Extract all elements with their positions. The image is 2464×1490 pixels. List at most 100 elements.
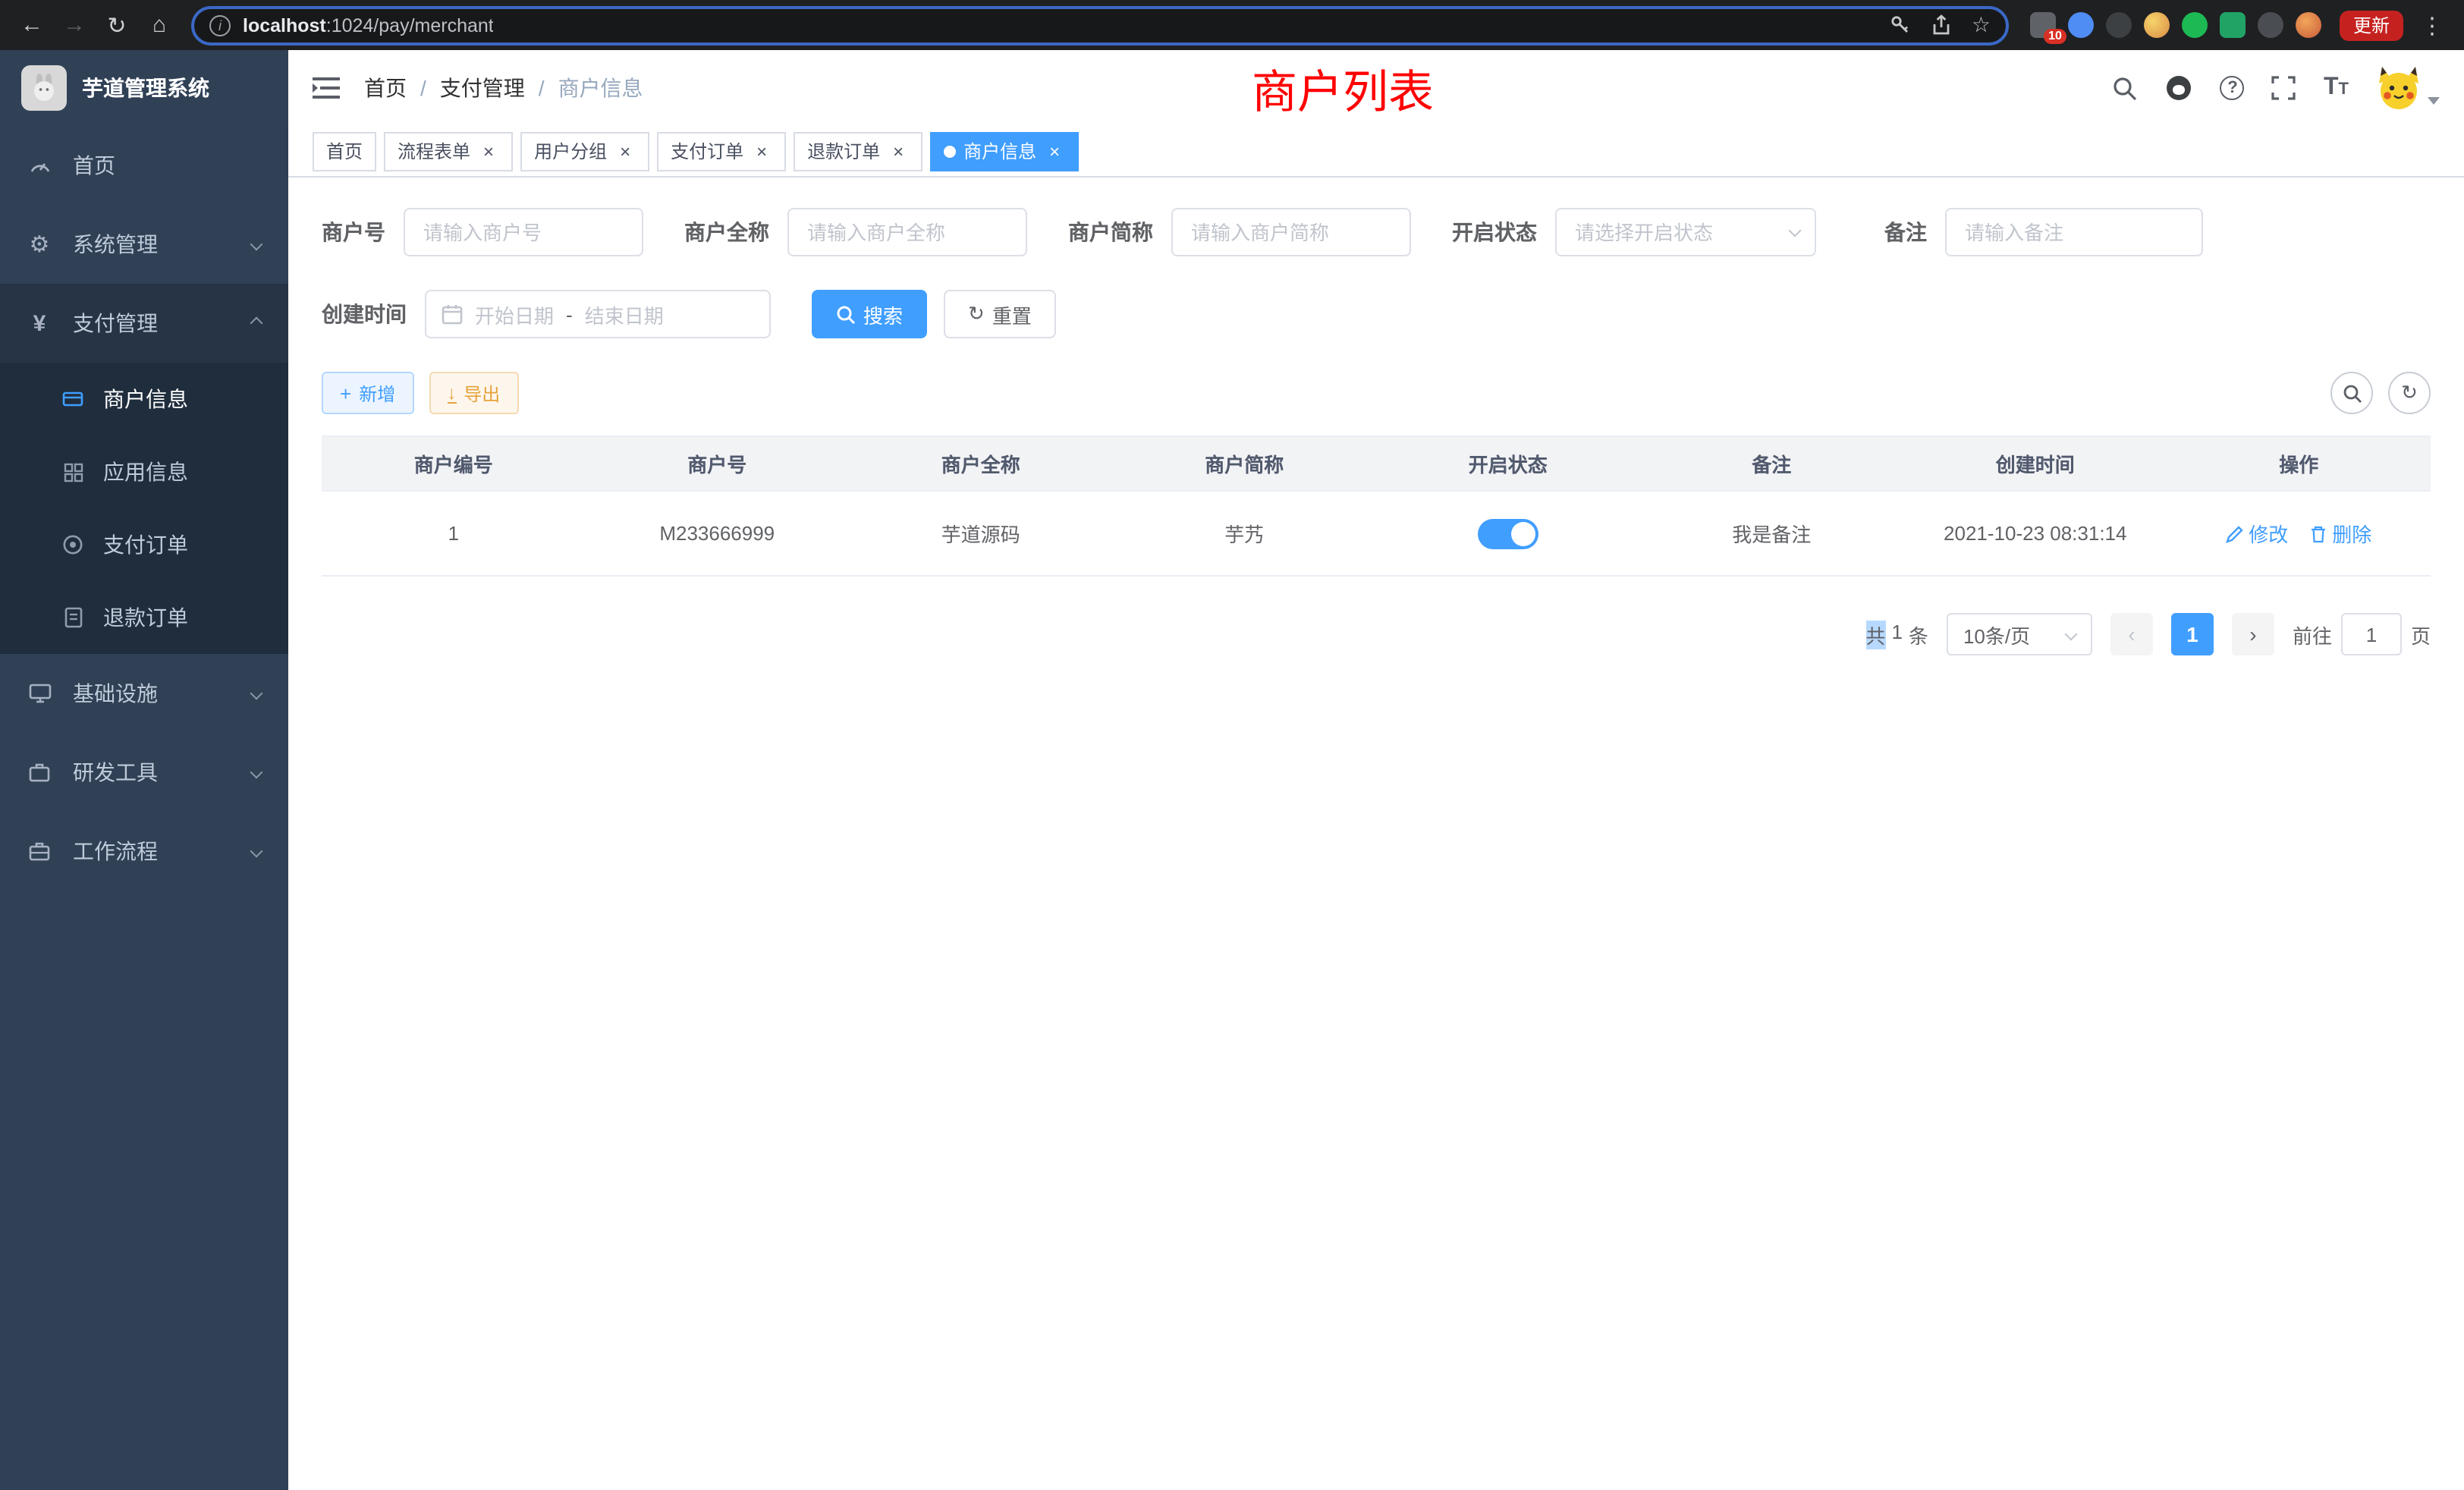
active-dot [944, 145, 956, 157]
breadcrumb-payment[interactable]: 支付管理 [440, 73, 525, 103]
search-button[interactable]: 搜索 [812, 290, 927, 338]
status-select[interactable] [1555, 208, 1816, 256]
refresh-icon: ↻ [968, 302, 985, 326]
sidebar-item-label: 应用信息 [103, 457, 188, 487]
page-1-button[interactable]: 1 [2171, 613, 2214, 655]
close-icon[interactable]: × [1044, 140, 1065, 162]
delete-link[interactable]: 删除 [2309, 519, 2371, 548]
extension-green-square-icon[interactable] [2220, 12, 2246, 38]
browser-menu-icon[interactable]: ⋮ [2412, 5, 2452, 45]
user-avatar-menu[interactable] [2376, 65, 2440, 111]
close-icon[interactable]: × [751, 140, 772, 162]
reload-icon[interactable]: ↻ [97, 5, 137, 45]
tag-user-group[interactable]: 用户分组× [520, 131, 649, 171]
address-bar[interactable]: i localhost:1024/pay/merchant ☆ [191, 5, 2009, 45]
home-icon[interactable]: ⌂ [140, 5, 179, 45]
download-icon: ↓ [447, 383, 456, 403]
col-full-name: 商户全称 [849, 436, 1113, 491]
page-content: 商户号 商户全称 商户简称 开启状态 [288, 178, 2464, 1490]
extension-grid-icon[interactable]: 10 [2030, 12, 2056, 38]
show-search-toggle-icon[interactable] [2330, 372, 2373, 414]
fullscreen-icon[interactable] [2272, 76, 2296, 100]
tag-process-form[interactable]: 流程表单× [384, 131, 513, 171]
merchant-no-input[interactable] [404, 208, 643, 256]
sidebar-item-workflow[interactable]: 工作流程 [0, 812, 288, 891]
sidebar-item-system[interactable]: ⚙ 系统管理 [0, 205, 288, 284]
chevron-down-icon [250, 766, 263, 779]
page-size-select[interactable]: 10条/页 [1947, 613, 2092, 655]
end-date-placeholder[interactable]: 结束日期 [585, 300, 664, 328]
bookmark-star-icon[interactable]: ☆ [1972, 12, 1991, 38]
status-toggle[interactable] [1478, 518, 1538, 549]
merchant-short-name-input[interactable] [1171, 208, 1411, 256]
extension-dark-icon[interactable] [2106, 12, 2132, 38]
sidebar-item-app-info[interactable]: 应用信息 [0, 435, 288, 508]
app-title: 芋道管理系统 [82, 73, 209, 103]
merchant-full-name-input[interactable] [787, 208, 1027, 256]
tag-home[interactable]: 首页 [313, 131, 376, 171]
sidebar-item-infra[interactable]: 基础设施 [0, 654, 288, 733]
profile-avatar-icon[interactable] [2296, 12, 2321, 38]
sidebar-item-payment[interactable]: ¥ 支付管理 [0, 284, 288, 363]
url-text: localhost:1024/pay/merchant [243, 14, 494, 36]
share-icon[interactable] [1931, 14, 1953, 36]
font-size-icon[interactable]: TT [2324, 76, 2349, 100]
app-logo-row[interactable]: 芋道管理系统 [0, 50, 288, 126]
close-icon[interactable]: × [888, 140, 909, 162]
cell-merchant-id: 1 [322, 491, 586, 576]
chevron-up-icon [250, 317, 263, 330]
edit-link[interactable]: 修改 [2226, 519, 2288, 548]
reset-button[interactable]: ↻ 重置 [944, 290, 1056, 338]
prev-page-button[interactable]: ‹ [2110, 613, 2153, 655]
cell-create-time: 2021-10-23 08:31:14 [1903, 491, 2167, 576]
sidebar-item-devtools[interactable]: 研发工具 [0, 733, 288, 812]
goto-unit: 页 [2411, 620, 2431, 649]
extension-green-circle-icon[interactable] [2182, 12, 2208, 38]
monitor-icon [27, 681, 52, 706]
sidebar-item-merchant-info[interactable]: 商户信息 [0, 363, 288, 435]
navbar: 首页 / 支付管理 / 商户信息 商户列表 ? [288, 50, 2464, 126]
close-icon[interactable]: × [614, 140, 636, 162]
extension-badge: 10 [2044, 29, 2066, 44]
forward-icon[interactable]: → [55, 5, 94, 45]
help-icon[interactable]: ? [2220, 76, 2245, 100]
search-icon[interactable] [2113, 75, 2139, 101]
goto-page-input[interactable] [2341, 613, 2402, 655]
back-icon[interactable]: ← [12, 5, 52, 45]
site-info-icon[interactable]: i [209, 14, 231, 36]
col-merchant-id: 商户编号 [322, 436, 586, 491]
merchant-table: 商户编号 商户号 商户全称 商户简称 开启状态 备注 创建时间 操作 1 [322, 435, 2431, 577]
export-button[interactable]: ↓ 导出 [429, 372, 518, 414]
hamburger-icon[interactable] [313, 77, 340, 99]
refresh-table-icon[interactable]: ↻ [2388, 372, 2431, 414]
add-button[interactable]: + 新增 [322, 372, 413, 414]
sidebar-item-label: 支付订单 [103, 530, 188, 560]
search-form-row-1: 商户号 商户全称 商户简称 开启状态 [322, 208, 2431, 256]
breadcrumb-home[interactable]: 首页 [364, 73, 407, 103]
extension-drop-icon[interactable] [2068, 12, 2094, 38]
tag-pay-order[interactable]: 支付订单× [657, 131, 786, 171]
app-logo [21, 65, 67, 111]
create-time-range-picker[interactable]: 开始日期 - 结束日期 [425, 290, 771, 338]
tag-refund-order[interactable]: 退款订单× [794, 131, 922, 171]
pinned-extension-icon[interactable] [2258, 12, 2283, 38]
payment-submenu: 商户信息 应用信息 支付订单 [0, 363, 288, 654]
browser-update-button[interactable]: 更新 [2340, 10, 2403, 40]
yen-icon: ¥ [27, 311, 52, 335]
create-time-label: 创建时间 [322, 299, 407, 329]
sidebar-item-refund-order[interactable]: 退款订单 [0, 581, 288, 654]
plus-icon: + [340, 382, 351, 404]
remark-input[interactable] [1945, 208, 2203, 256]
tag-merchant-info[interactable]: 商户信息× [930, 131, 1079, 171]
cell-merchant-no: M233666999 [586, 491, 850, 576]
table-header-row: 商户编号 商户号 商户全称 商户简称 开启状态 备注 创建时间 操作 [322, 436, 2431, 491]
start-date-placeholder[interactable]: 开始日期 [475, 300, 554, 328]
sidebar-item-pay-order[interactable]: 支付订单 [0, 508, 288, 581]
close-icon[interactable]: × [478, 140, 499, 162]
next-page-button[interactable]: › [2232, 613, 2274, 655]
github-icon[interactable] [2166, 74, 2193, 102]
workflow-icon [27, 839, 52, 863]
password-key-icon[interactable] [1890, 14, 1912, 36]
extension-avatar-icon[interactable] [2144, 12, 2170, 38]
sidebar-item-home[interactable]: 首页 [0, 126, 288, 205]
